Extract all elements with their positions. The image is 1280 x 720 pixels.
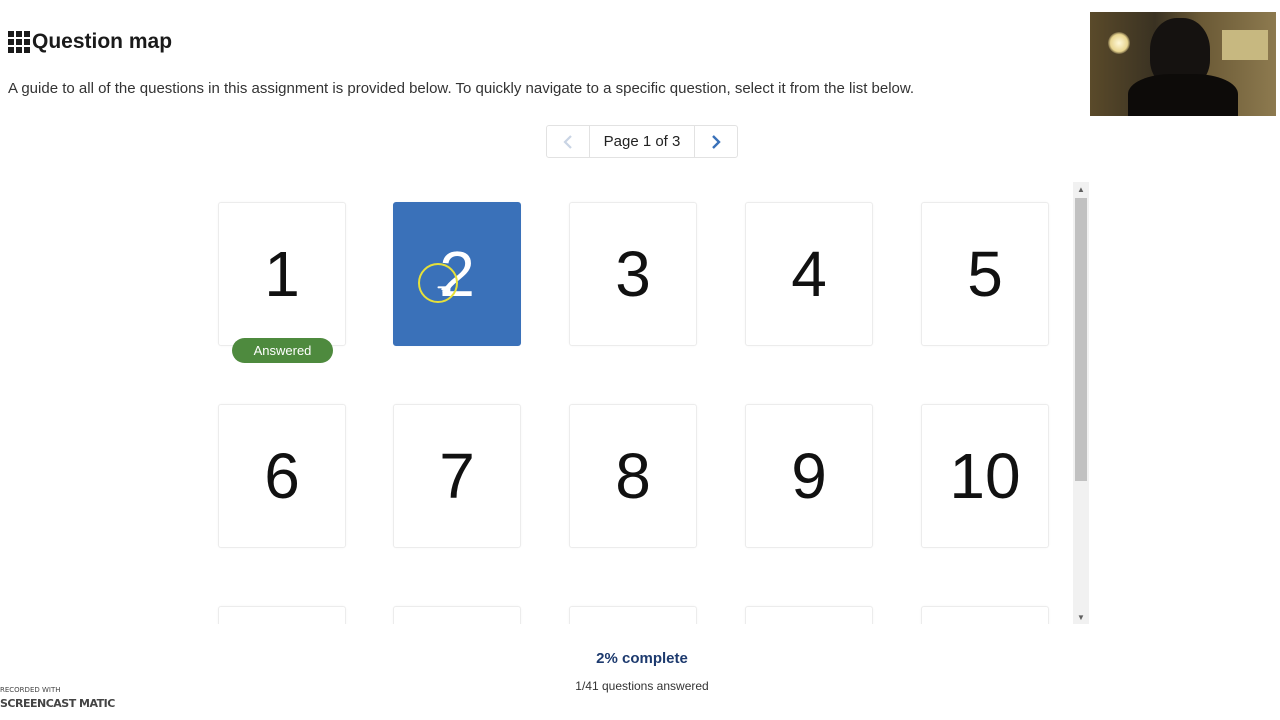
scroll-down-arrow-icon[interactable]: ▼ bbox=[1073, 610, 1089, 624]
wall-map bbox=[1222, 30, 1268, 60]
question-number: 10 bbox=[949, 440, 1021, 512]
page-description: A guide to all of the questions in this … bbox=[8, 80, 915, 97]
question-tile-5[interactable]: 5 bbox=[921, 202, 1049, 346]
question-tile-6[interactable]: 6 bbox=[218, 404, 346, 548]
scroll-up-arrow-icon[interactable]: ▲ bbox=[1073, 182, 1089, 196]
questions-answered-count: 1/41 questions answered bbox=[575, 679, 709, 693]
question-tile-partial[interactable] bbox=[745, 606, 873, 624]
question-tile-10[interactable]: 10 bbox=[921, 404, 1049, 548]
question-tile-4[interactable]: 4 bbox=[745, 202, 873, 346]
question-tile-1[interactable]: 1 bbox=[218, 202, 346, 346]
scroll-thumb[interactable] bbox=[1075, 198, 1087, 481]
webcam-overlay bbox=[1090, 12, 1276, 116]
question-grid-scrollbar[interactable]: ▲ ▼ bbox=[1073, 182, 1089, 624]
question-number: 1 bbox=[264, 238, 300, 310]
answered-badge: Answered bbox=[232, 338, 333, 363]
question-number: 6 bbox=[264, 440, 300, 512]
question-number: 4 bbox=[791, 238, 827, 310]
page-indicator: Page 1 of 3 bbox=[603, 133, 681, 150]
title-row: Question map bbox=[8, 30, 172, 54]
question-tile-partial[interactable] bbox=[218, 606, 346, 624]
chevron-left-icon bbox=[563, 134, 572, 149]
question-tile-partial[interactable] bbox=[921, 606, 1049, 624]
question-tile-7[interactable]: 7 bbox=[393, 404, 521, 548]
page-title: Question map bbox=[32, 30, 173, 53]
question-tile-partial[interactable] bbox=[393, 606, 521, 624]
chevron-right-icon bbox=[712, 134, 721, 149]
next-page-button[interactable] bbox=[694, 126, 737, 157]
hand-cursor-icon: ☚ bbox=[436, 280, 453, 300]
question-tile-3[interactable]: 3 bbox=[569, 202, 697, 346]
question-grid: 1 Answered 2 ☚ 3 4 5 6 7 8 9 10 bbox=[210, 182, 1090, 624]
previous-page-button[interactable] bbox=[547, 126, 590, 157]
screencast-watermark: RECORDED WITH SCREENCAST MATIC bbox=[0, 683, 130, 715]
person-body bbox=[1128, 74, 1238, 116]
question-number: 3 bbox=[615, 238, 651, 310]
lamp-glow bbox=[1108, 32, 1130, 54]
progress-percent: 2% complete bbox=[596, 650, 688, 667]
watermark-line-1: RECORDED WITH bbox=[0, 686, 61, 694]
question-number: 5 bbox=[967, 238, 1003, 310]
watermark-line-2: SCREENCAST MATIC bbox=[0, 697, 115, 710]
question-number: 9 bbox=[791, 440, 827, 512]
question-number: 7 bbox=[439, 440, 475, 512]
question-number: 8 bbox=[615, 440, 651, 512]
question-tile-8[interactable]: 8 bbox=[569, 404, 697, 548]
question-tile-partial[interactable] bbox=[569, 606, 697, 624]
pagination: Page 1 of 3 bbox=[546, 125, 738, 158]
question-tile-2[interactable]: 2 bbox=[393, 202, 521, 346]
grid-icon bbox=[8, 31, 30, 53]
question-tile-9[interactable]: 9 bbox=[745, 404, 873, 548]
